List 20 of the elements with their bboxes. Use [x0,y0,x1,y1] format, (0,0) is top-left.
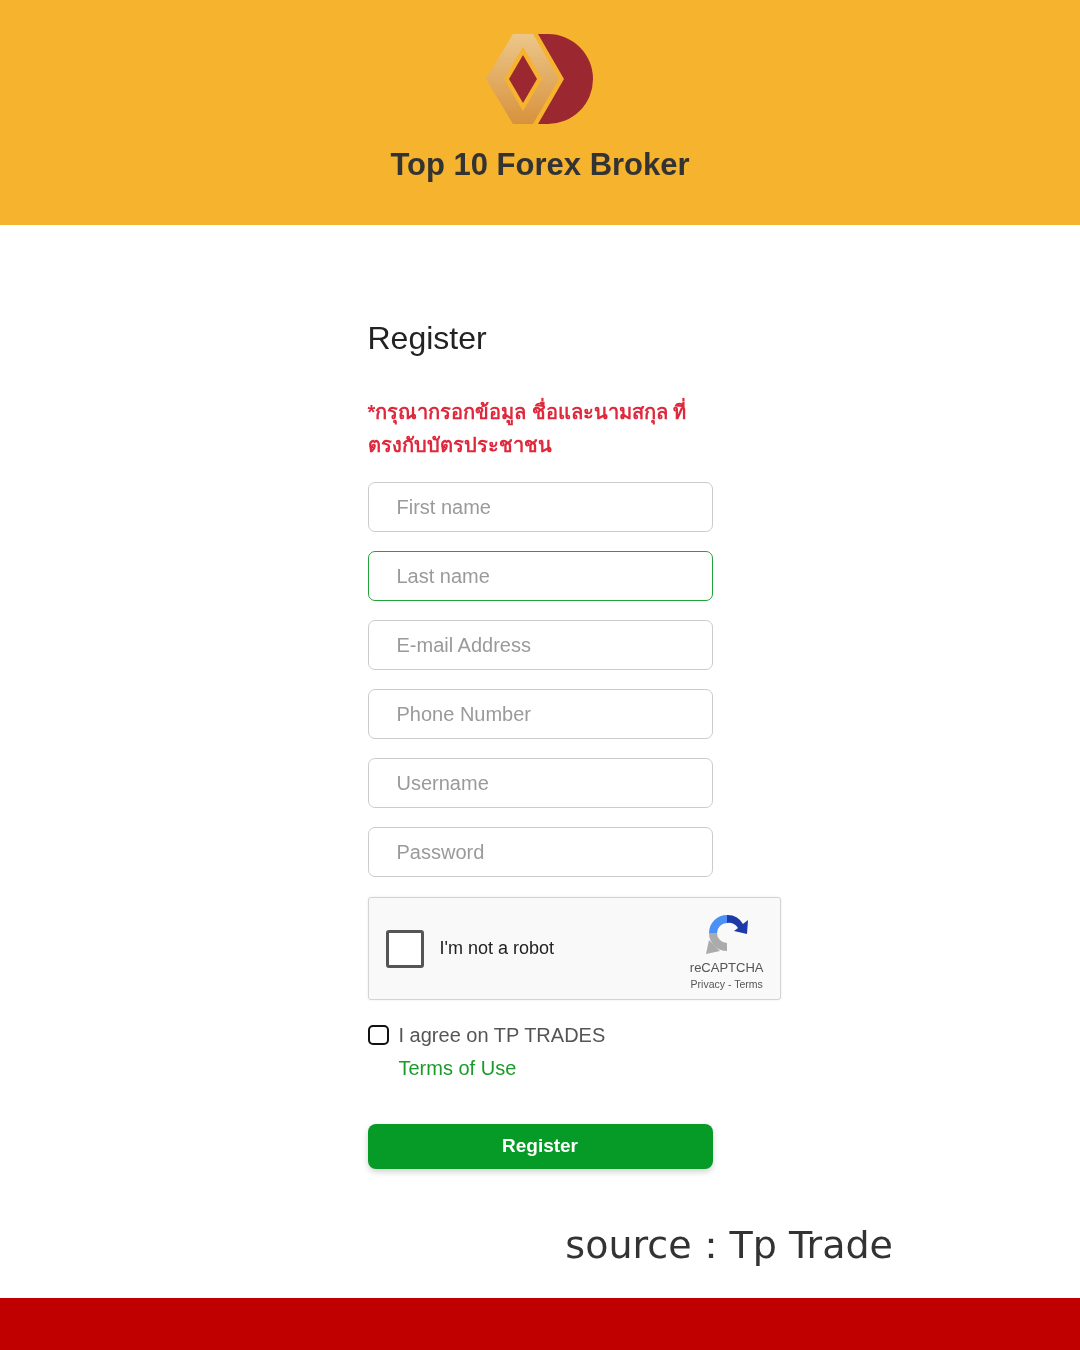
input-field[interactable]: E-mail Address [367,620,713,670]
terms-link[interactable]: Terms of Use [398,1057,517,1079]
recaptcha-brand: reCAPTCHA [689,960,764,975]
form-heading: Register [367,319,488,358]
input-field[interactable]: Username [367,758,713,808]
recaptcha-icon [705,912,748,954]
site-title: Top 10 Forex Broker [390,146,690,184]
privacy-terms-links[interactable]: Privacy - Terms [690,977,763,991]
input-field[interactable]: Password [367,827,713,877]
notice-text: *กรุณากรอกข้อมูล ชื่อและนามสกุล ที่ตรงกับบัตรประชาชน [367,396,713,462]
agree-text: I agree on TP TRADES Terms of Use [398,1023,607,1081]
logo-icon [486,33,594,125]
input-field[interactable]: Phone Number [367,689,713,739]
source-caption: source：Tp Trade [565,1222,893,1269]
input-field[interactable]: First name [367,482,713,532]
checkbox[interactable] [367,1025,389,1045]
input-field[interactable]: Last name [367,551,713,601]
captcha-label: I'm not a robot [439,937,554,960]
register-button[interactable]: Register [367,1124,713,1169]
checkbox[interactable] [385,929,424,968]
